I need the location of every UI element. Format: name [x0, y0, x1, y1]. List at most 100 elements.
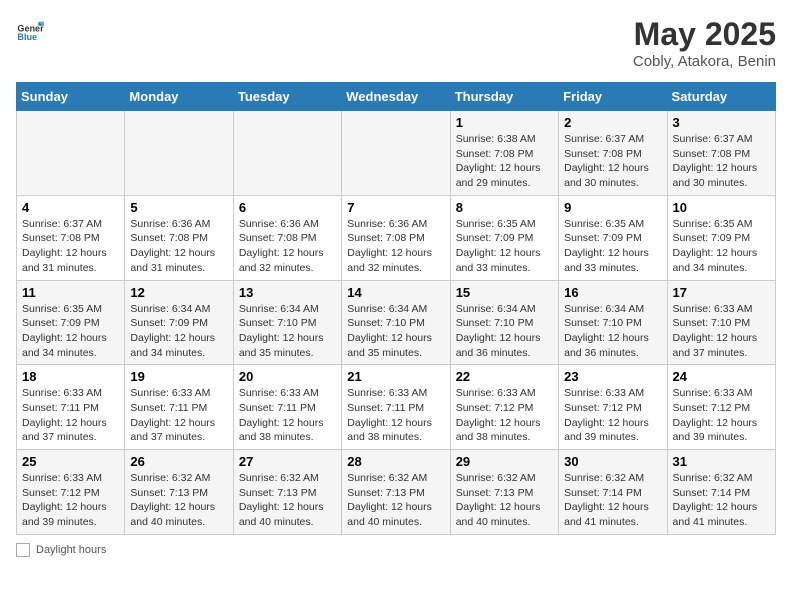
calendar-cell: 20 Sunrise: 6:33 AM Sunset: 7:11 PM Dayli…	[233, 365, 341, 450]
day-info: Sunrise: 6:32 AM Sunset: 7:13 PM Dayligh…	[347, 471, 444, 530]
header-wednesday: Wednesday	[342, 83, 450, 111]
calendar-cell: 9 Sunrise: 6:35 AM Sunset: 7:09 PM Daylig…	[559, 195, 667, 280]
day-info: Sunrise: 6:32 AM Sunset: 7:13 PM Dayligh…	[239, 471, 336, 530]
header-thursday: Thursday	[450, 83, 558, 111]
page-header: General Blue May 2025 Cobly, Atakora, Be…	[16, 16, 776, 70]
day-info: Sunrise: 6:36 AM Sunset: 7:08 PM Dayligh…	[347, 217, 444, 276]
day-number: 21	[347, 369, 444, 384]
calendar-cell: 27 Sunrise: 6:32 AM Sunset: 7:13 PM Dayli…	[233, 450, 341, 535]
day-info: Sunrise: 6:34 AM Sunset: 7:10 PM Dayligh…	[239, 302, 336, 361]
day-info: Sunrise: 6:33 AM Sunset: 7:12 PM Dayligh…	[22, 471, 119, 530]
week-row-2: 4 Sunrise: 6:37 AM Sunset: 7:08 PM Daylig…	[17, 195, 776, 280]
day-info: Sunrise: 6:34 AM Sunset: 7:10 PM Dayligh…	[456, 302, 553, 361]
calendar-cell: 30 Sunrise: 6:32 AM Sunset: 7:14 PM Dayli…	[559, 450, 667, 535]
day-info: Sunrise: 6:37 AM Sunset: 7:08 PM Dayligh…	[564, 132, 661, 191]
day-info: Sunrise: 6:34 AM Sunset: 7:09 PM Dayligh…	[130, 302, 227, 361]
day-info: Sunrise: 6:38 AM Sunset: 7:08 PM Dayligh…	[456, 132, 553, 191]
day-number: 29	[456, 454, 553, 469]
week-row-3: 11Sunrise: 6:35 AM Sunset: 7:09 PM Dayli…	[17, 280, 776, 365]
header-monday: Monday	[125, 83, 233, 111]
day-number: 30	[564, 454, 661, 469]
calendar-cell: 21Sunrise: 6:33 AM Sunset: 7:11 PM Dayli…	[342, 365, 450, 450]
day-number: 2	[564, 115, 661, 130]
calendar-cell: 24 Sunrise: 6:33 AM Sunset: 7:12 PM Dayli…	[667, 365, 775, 450]
day-info: Sunrise: 6:33 AM Sunset: 7:12 PM Dayligh…	[456, 386, 553, 445]
day-info: Sunrise: 6:33 AM Sunset: 7:11 PM Dayligh…	[239, 386, 336, 445]
header-saturday: Saturday	[667, 83, 775, 111]
week-row-4: 18 Sunrise: 6:33 AM Sunset: 7:11 PM Dayli…	[17, 365, 776, 450]
day-number: 17	[673, 285, 770, 300]
day-info: Sunrise: 6:37 AM Sunset: 7:08 PM Dayligh…	[22, 217, 119, 276]
day-number: 25	[22, 454, 119, 469]
footer-box	[16, 543, 30, 557]
day-info: Sunrise: 6:35 AM Sunset: 7:09 PM Dayligh…	[564, 217, 661, 276]
day-number: 20	[239, 369, 336, 384]
calendar-cell: 19Sunrise: 6:33 AM Sunset: 7:11 PM Dayli…	[125, 365, 233, 450]
day-number: 14	[347, 285, 444, 300]
day-info: Sunrise: 6:32 AM Sunset: 7:13 PM Dayligh…	[456, 471, 553, 530]
day-number: 18	[22, 369, 119, 384]
calendar-cell: 8Sunrise: 6:35 AM Sunset: 7:09 PM Daylig…	[450, 195, 558, 280]
page-subtitle: Cobly, Atakora, Benin	[633, 53, 776, 70]
day-number: 24	[673, 369, 770, 384]
day-info: Sunrise: 6:33 AM Sunset: 7:12 PM Dayligh…	[673, 386, 770, 445]
day-info: Sunrise: 6:33 AM Sunset: 7:11 PM Dayligh…	[22, 386, 119, 445]
calendar-cell: 22 Sunrise: 6:33 AM Sunset: 7:12 PM Dayli…	[450, 365, 558, 450]
logo: General Blue	[16, 16, 44, 44]
calendar-cell: 25 Sunrise: 6:33 AM Sunset: 7:12 PM Dayli…	[17, 450, 125, 535]
calendar-cell: 1Sunrise: 6:38 AM Sunset: 7:08 PM Daylig…	[450, 111, 558, 196]
header-friday: Friday	[559, 83, 667, 111]
calendar-table: SundayMondayTuesdayWednesdayThursdayFrid…	[16, 82, 776, 535]
day-info: Sunrise: 6:35 AM Sunset: 7:09 PM Dayligh…	[673, 217, 770, 276]
week-row-5: 25 Sunrise: 6:33 AM Sunset: 7:12 PM Dayli…	[17, 450, 776, 535]
day-number: 28	[347, 454, 444, 469]
day-number: 10	[673, 200, 770, 215]
day-info: Sunrise: 6:34 AM Sunset: 7:10 PM Dayligh…	[347, 302, 444, 361]
day-info: Sunrise: 6:32 AM Sunset: 7:14 PM Dayligh…	[673, 471, 770, 530]
logo-icon: General Blue	[16, 16, 44, 44]
calendar-cell: 16Sunrise: 6:34 AM Sunset: 7:10 PM Dayli…	[559, 280, 667, 365]
calendar-cell: 12 Sunrise: 6:34 AM Sunset: 7:09 PM Dayli…	[125, 280, 233, 365]
calendar-cell: 28 Sunrise: 6:32 AM Sunset: 7:13 PM Dayli…	[342, 450, 450, 535]
day-number: 11	[22, 285, 119, 300]
svg-text:Blue: Blue	[17, 32, 37, 42]
calendar-header-row: SundayMondayTuesdayWednesdayThursdayFrid…	[17, 83, 776, 111]
calendar-cell: 31Sunrise: 6:32 AM Sunset: 7:14 PM Dayli…	[667, 450, 775, 535]
day-number: 12	[130, 285, 227, 300]
day-number: 5	[130, 200, 227, 215]
calendar-cell: 13 Sunrise: 6:34 AM Sunset: 7:10 PM Dayli…	[233, 280, 341, 365]
day-number: 22	[456, 369, 553, 384]
day-info: Sunrise: 6:36 AM Sunset: 7:08 PM Dayligh…	[130, 217, 227, 276]
footer-label: Daylight hours	[36, 544, 106, 556]
day-number: 16	[564, 285, 661, 300]
day-number: 27	[239, 454, 336, 469]
day-number: 19	[130, 369, 227, 384]
calendar-cell: 5 Sunrise: 6:36 AM Sunset: 7:08 PM Daylig…	[125, 195, 233, 280]
day-number: 6	[239, 200, 336, 215]
day-number: 8	[456, 200, 553, 215]
calendar-cell: 11Sunrise: 6:35 AM Sunset: 7:09 PM Dayli…	[17, 280, 125, 365]
day-info: Sunrise: 6:36 AM Sunset: 7:08 PM Dayligh…	[239, 217, 336, 276]
day-number: 9	[564, 200, 661, 215]
calendar-cell: 3 Sunrise: 6:37 AM Sunset: 7:08 PM Daylig…	[667, 111, 775, 196]
day-info: Sunrise: 6:32 AM Sunset: 7:14 PM Dayligh…	[564, 471, 661, 530]
day-info: Sunrise: 6:33 AM Sunset: 7:10 PM Dayligh…	[673, 302, 770, 361]
day-number: 3	[673, 115, 770, 130]
calendar-cell	[17, 111, 125, 196]
calendar-cell: 29 Sunrise: 6:32 AM Sunset: 7:13 PM Dayli…	[450, 450, 558, 535]
day-number: 4	[22, 200, 119, 215]
calendar-cell: 15Sunrise: 6:34 AM Sunset: 7:10 PM Dayli…	[450, 280, 558, 365]
footer: Daylight hours	[16, 543, 776, 557]
day-number: 23	[564, 369, 661, 384]
day-number: 7	[347, 200, 444, 215]
calendar-cell	[233, 111, 341, 196]
title-area: May 2025 Cobly, Atakora, Benin	[633, 16, 776, 70]
day-info: Sunrise: 6:32 AM Sunset: 7:13 PM Dayligh…	[130, 471, 227, 530]
day-info: Sunrise: 6:37 AM Sunset: 7:08 PM Dayligh…	[673, 132, 770, 191]
day-number: 13	[239, 285, 336, 300]
calendar-cell: 10 Sunrise: 6:35 AM Sunset: 7:09 PM Dayli…	[667, 195, 775, 280]
calendar-cell	[342, 111, 450, 196]
calendar-cell	[125, 111, 233, 196]
calendar-cell: 2 Sunrise: 6:37 AM Sunset: 7:08 PM Daylig…	[559, 111, 667, 196]
calendar-cell: 23Sunrise: 6:33 AM Sunset: 7:12 PM Dayli…	[559, 365, 667, 450]
